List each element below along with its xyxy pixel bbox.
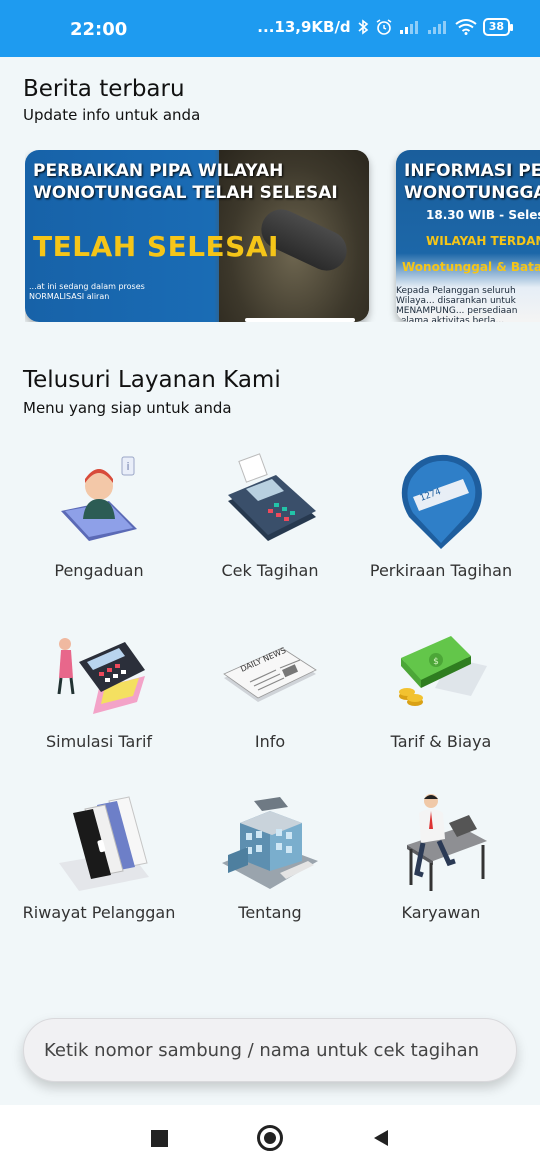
news-section-subtitle: Update info untuk anda [23,106,201,124]
status-bar: 22:00 ...13,9KB/d 38 [0,0,540,57]
signal-icon [399,19,421,35]
square-icon [150,1129,168,1147]
news-section-title: Berita terbaru [23,76,185,102]
news-card[interactable]: PERBAIKAN PIPA WILAYAH WONOTUNGGAL TELAH… [25,150,369,322]
service-riwayat-pelanggan[interactable]: Riwayat Pelanggan [14,793,184,922]
service-label: Perkiraan Tagihan [369,561,513,580]
service-tarif-biaya[interactable]: $ Tarif & Biaya [356,622,526,751]
news-card-time: 18.30 WIB - Selesai [426,208,540,222]
status-time: 22:00 [70,19,128,40]
bill-search-bar[interactable] [23,1018,517,1082]
calculator-icon [49,622,149,722]
water-meter-icon: 1274 [391,451,491,551]
employee-desk-icon [391,793,491,893]
triangle-back-icon [374,1130,388,1146]
circle-icon [257,1125,283,1151]
news-card-area: WILAYAH TERDAMP... [426,234,540,248]
customer-service-icon: i [49,451,149,551]
wifi-icon [455,19,477,35]
service-pengaduan[interactable]: i Pengaduan [14,451,184,580]
service-tentang[interactable]: Tentang [185,793,355,922]
battery-icon: 38 [482,18,514,36]
svg-text:i: i [126,460,129,473]
service-karyawan[interactable]: Karyawan [356,793,526,922]
home-button[interactable] [257,1125,283,1151]
service-label: Karyawan [401,903,481,922]
services-section-subtitle: Menu yang siap untuk anda [23,399,232,417]
recent-apps-button[interactable] [146,1125,172,1151]
signal-2-icon [427,19,449,35]
svg-text:$: $ [433,657,439,667]
bill-search-input[interactable] [44,1019,494,1081]
service-perkiraan-tagihan[interactable]: 1274 Perkiraan Tagihan [356,451,526,580]
newspaper-icon: DAILY NEWS [220,622,320,722]
alarm-icon [375,18,393,36]
network-speed: ...13,9KB/d [257,18,351,36]
service-label: Riwayat Pelanggan [22,903,176,922]
news-carousel[interactable]: PERBAIKAN PIPA WILAYAH WONOTUNGGAL TELAH… [25,150,540,322]
service-info[interactable]: DAILY NEWS Info [185,622,355,751]
service-label: Tarif & Biaya [390,732,492,751]
money-icon: $ [391,622,491,722]
news-card-title: INFORMASI PERB... WONOTUNGGAL-... [404,161,540,203]
services-section-title: Telusuri Layanan Kami [23,367,281,393]
service-label: Simulasi Tarif [45,732,153,751]
news-card-region: Wonotunggal & Batang K... [402,260,540,274]
status-icons: ...13,9KB/d 38 [257,18,514,36]
news-card-body: Kepada Pelanggan seluruh Wilaya... disar… [396,286,518,322]
back-button[interactable] [368,1125,394,1151]
service-label: Pengaduan [54,561,144,580]
news-card-headline: TELAH SELESAI [33,230,279,263]
building-icon [220,793,320,893]
service-label: Info [254,732,286,751]
service-label: Tentang [238,903,302,922]
service-cek-tagihan[interactable]: Cek Tagihan [185,451,355,580]
bluetooth-icon [357,19,369,35]
news-card-title: PERBAIKAN PIPA WILAYAH WONOTUNGGAL TELAH… [33,161,338,203]
news-card-body: ...at ini sedang dalam proses NORMALISAS… [29,282,145,301]
news-card[interactable]: INFORMASI PERB... WONOTUNGGAL-... 18.30 … [396,150,540,322]
payment-terminal-icon [220,451,320,551]
service-simulasi-tarif[interactable]: Simulasi Tarif [14,622,184,751]
service-label: Cek Tagihan [221,561,319,580]
carousel-indicator [245,318,355,322]
binders-icon [49,793,149,893]
system-nav-bar [0,1105,540,1170]
